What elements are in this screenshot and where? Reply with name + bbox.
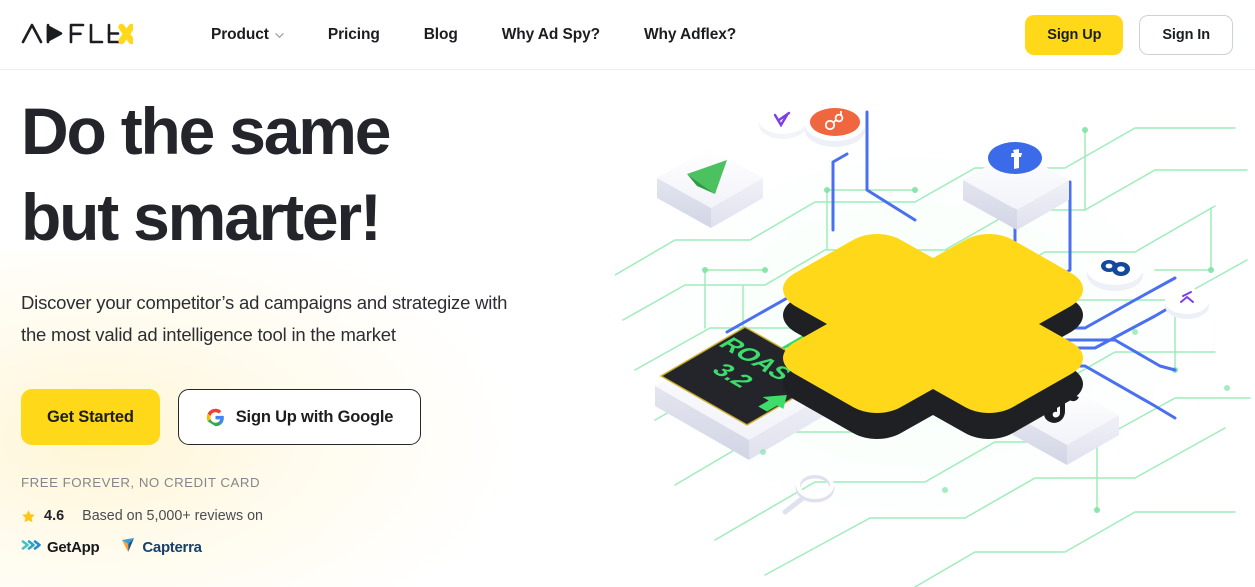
hero-content: Do the same but smarter! Discover your c… — [0, 70, 600, 558]
node-blue-badge — [1087, 253, 1143, 291]
nav-item-label: Product — [211, 25, 269, 43]
node-hubspot — [805, 107, 865, 147]
node-green-triangle — [657, 148, 763, 228]
star-icon — [21, 509, 36, 524]
capterra-arrow-icon — [121, 536, 138, 558]
nav-item-why-ad-spy[interactable]: Why Ad Spy? — [502, 18, 600, 52]
isometric-ad-network-illustration: ROAS 3.2 — [615, 70, 1255, 587]
nav-item-pricing[interactable]: Pricing — [328, 18, 380, 52]
main-navigation: Product Pricing Blog Why Ad Spy? Why Adf… — [211, 18, 736, 52]
sign-in-button[interactable]: Sign In — [1139, 14, 1233, 55]
node-small-purple — [1165, 288, 1209, 319]
chevron-down-icon — [275, 31, 284, 40]
nav-item-label: Why Ad Spy? — [501, 25, 600, 43]
google-g-icon — [206, 408, 225, 427]
hero-title-line-1: Do the same — [21, 94, 391, 168]
node-facebook — [963, 142, 1069, 230]
sign-up-with-google-button[interactable]: Sign Up with Google — [177, 389, 422, 445]
rating-score: 4.6 — [44, 508, 65, 524]
landing-page: Product Pricing Blog Why Ad Spy? Why Adf… — [0, 0, 1255, 587]
nav-item-why-adflex[interactable]: Why Adflex? — [644, 18, 736, 52]
capterra-label: Capterra — [142, 538, 202, 556]
google-button-label: Sign Up with Google — [235, 407, 394, 426]
rating-text: Based on 5,000+ reviews on — [82, 508, 263, 524]
nav-item-label: Blog — [423, 25, 458, 43]
hero-cta-row: Get Started Sign Up with Google — [21, 389, 600, 445]
capterra-logo[interactable]: Capterra — [121, 536, 202, 558]
nav-item-label: Pricing — [327, 25, 380, 43]
yellow-plus-cube — [783, 234, 1083, 439]
rating-row: 4.6 Based on 5,000+ reviews on — [21, 508, 600, 524]
nav-item-label: Why Adflex? — [643, 25, 737, 43]
free-forever-note: FREE FOREVER, NO CREDIT CARD — [21, 475, 261, 490]
adflex-logo-mark — [21, 23, 133, 44]
hero-subtitle: Discover your competitor’s ad campaigns … — [21, 292, 508, 345]
getapp-logo[interactable]: GetApp — [21, 537, 100, 558]
get-started-button[interactable]: Get Started — [21, 389, 160, 445]
hero-title: Do the same but smarter! — [21, 88, 600, 260]
sign-up-button[interactable]: Sign Up — [1025, 14, 1124, 55]
node-purple-mark — [759, 106, 807, 139]
adflex-logo[interactable] — [21, 20, 133, 50]
nav-item-blog[interactable]: Blog — [424, 18, 458, 52]
getapp-label: GetApp — [47, 538, 100, 556]
node-magnifier — [782, 471, 835, 515]
site-header: Product Pricing Blog Why Ad Spy? Why Adf… — [0, 0, 1255, 70]
review-site-logos: GetApp Capterra — [21, 536, 600, 558]
nav-item-product[interactable]: Product — [211, 18, 284, 52]
header-actions: Sign Up Sign In — [1025, 14, 1233, 55]
getapp-chevrons-icon — [21, 537, 43, 558]
hero-title-line-2: but smarter! — [21, 180, 382, 254]
